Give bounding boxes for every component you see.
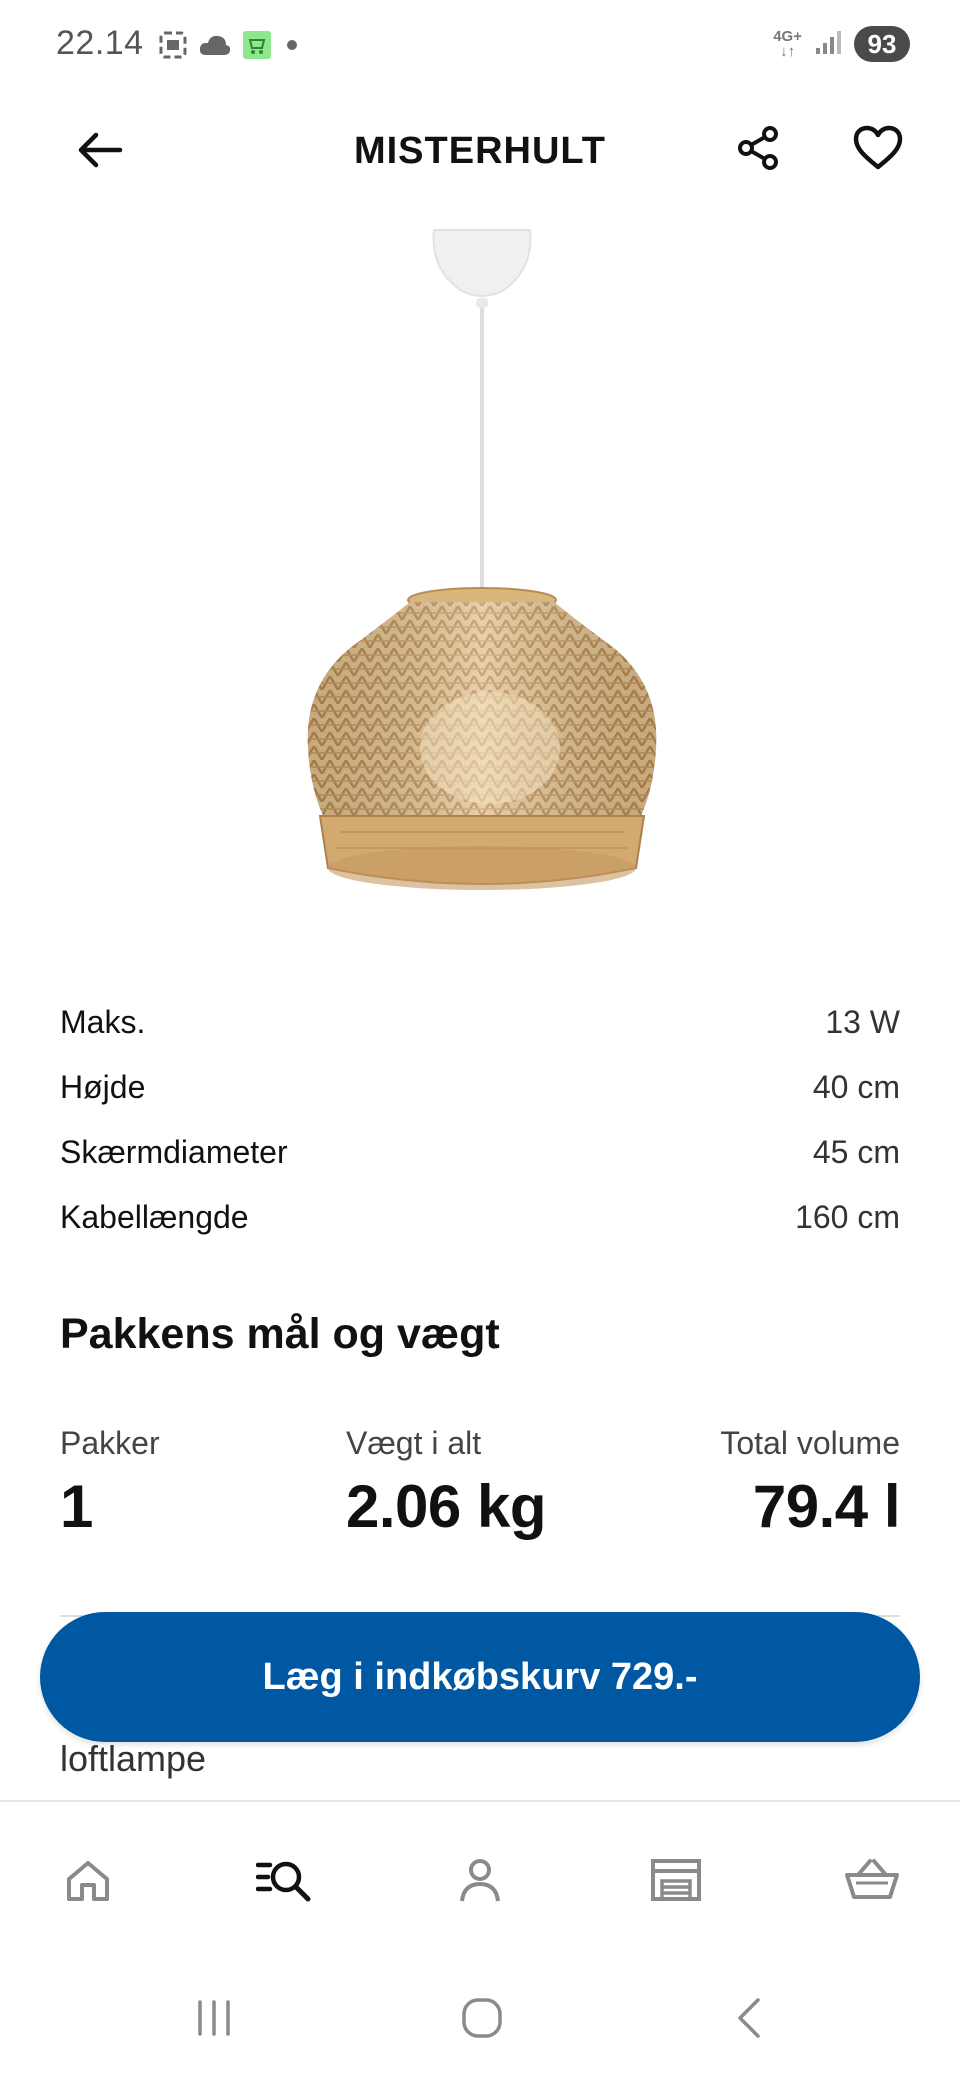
add-to-cart-button[interactable]: Læg i indkøbskurv 729.- <box>40 1612 920 1742</box>
network-type: 4G+ ↓↑ <box>773 28 802 60</box>
status-icons-left <box>158 30 302 65</box>
bottom-nav <box>0 1800 960 1960</box>
back-system-button[interactable] <box>720 1990 780 2050</box>
page-title: MISTERHULT <box>353 130 607 172</box>
screenshot-icon <box>158 30 188 65</box>
app-header: MISTERHULT <box>0 100 960 204</box>
recent-apps-icon <box>192 1998 236 2043</box>
package-weight-label: Vægt i alt <box>346 1425 482 1461</box>
chevron-left-icon <box>732 1996 768 2045</box>
system-nav-bar <box>0 1960 960 2080</box>
spec-value: 160 cm <box>795 1199 900 1235</box>
spec-label: Højde <box>60 1069 146 1105</box>
favorite-button[interactable] <box>850 122 906 178</box>
package-count: Pakker 1 <box>60 1425 160 1541</box>
search-browse-icon <box>255 1857 312 1908</box>
package-count-label: Pakker <box>60 1425 160 1461</box>
spec-value: 13 W <box>825 1004 900 1040</box>
package-volume: Total volume 79.4 l <box>720 1425 900 1541</box>
nav-basket[interactable] <box>842 1852 902 1912</box>
notification-dot-icon <box>282 35 302 60</box>
package-volume-value: 79.4 l <box>752 1473 901 1540</box>
spec-row: Skærmdiameter 45 cm <box>60 1120 900 1185</box>
product-image[interactable] <box>290 228 670 928</box>
signal-icon <box>814 28 842 61</box>
spec-label: Skærmdiameter <box>60 1134 288 1170</box>
spec-row: Maks. 13 W <box>60 990 900 1055</box>
status-bar: 22.14 4G+ ↓↑ 93 <box>0 0 960 90</box>
share-button[interactable] <box>730 122 786 178</box>
spec-value: 45 cm <box>812 1134 900 1170</box>
package-weight: Vægt i alt 2.06 kg <box>346 1425 546 1541</box>
package-volume-label: Total volume <box>720 1425 900 1461</box>
shop-app-icon <box>242 30 272 65</box>
package-count-value: 1 <box>60 1473 93 1540</box>
spec-value: 40 cm <box>812 1069 900 1105</box>
store-icon <box>650 1857 702 1908</box>
cloud-icon <box>198 33 232 62</box>
nav-stores[interactable] <box>646 1852 706 1912</box>
battery-indicator: 93 <box>854 26 910 62</box>
product-type-text: loftlampe <box>60 1738 207 1779</box>
nav-home[interactable] <box>58 1852 118 1912</box>
package-info: Pakker 1 Vægt i alt 2.06 kg Total volume… <box>60 1425 900 1545</box>
home-circle-icon <box>460 1996 504 2045</box>
basket-icon <box>844 1857 900 1908</box>
heart-icon <box>853 125 903 176</box>
spec-row: Kabellængde 160 cm <box>60 1185 900 1250</box>
nav-browse[interactable] <box>254 1852 314 1912</box>
nav-profile[interactable] <box>450 1852 510 1912</box>
recent-apps-button[interactable] <box>184 1990 244 2050</box>
profile-icon <box>456 1856 504 1909</box>
spec-row: Højde 40 cm <box>60 1055 900 1120</box>
status-time: 22.14 <box>56 24 144 62</box>
spec-label: Kabellængde <box>60 1199 249 1235</box>
product-specs: Maks. 13 W Højde 40 cm Skærmdiameter 45 … <box>60 990 900 1250</box>
home-system-button[interactable] <box>452 1990 512 2050</box>
home-icon <box>64 1857 112 1908</box>
package-weight-value: 2.06 kg <box>346 1473 546 1540</box>
status-icons-right: 4G+ ↓↑ 93 <box>773 26 910 62</box>
share-icon <box>734 124 782 177</box>
spec-label: Maks. <box>60 1004 146 1040</box>
package-section-title: Pakkens mål og vægt <box>60 1310 500 1358</box>
